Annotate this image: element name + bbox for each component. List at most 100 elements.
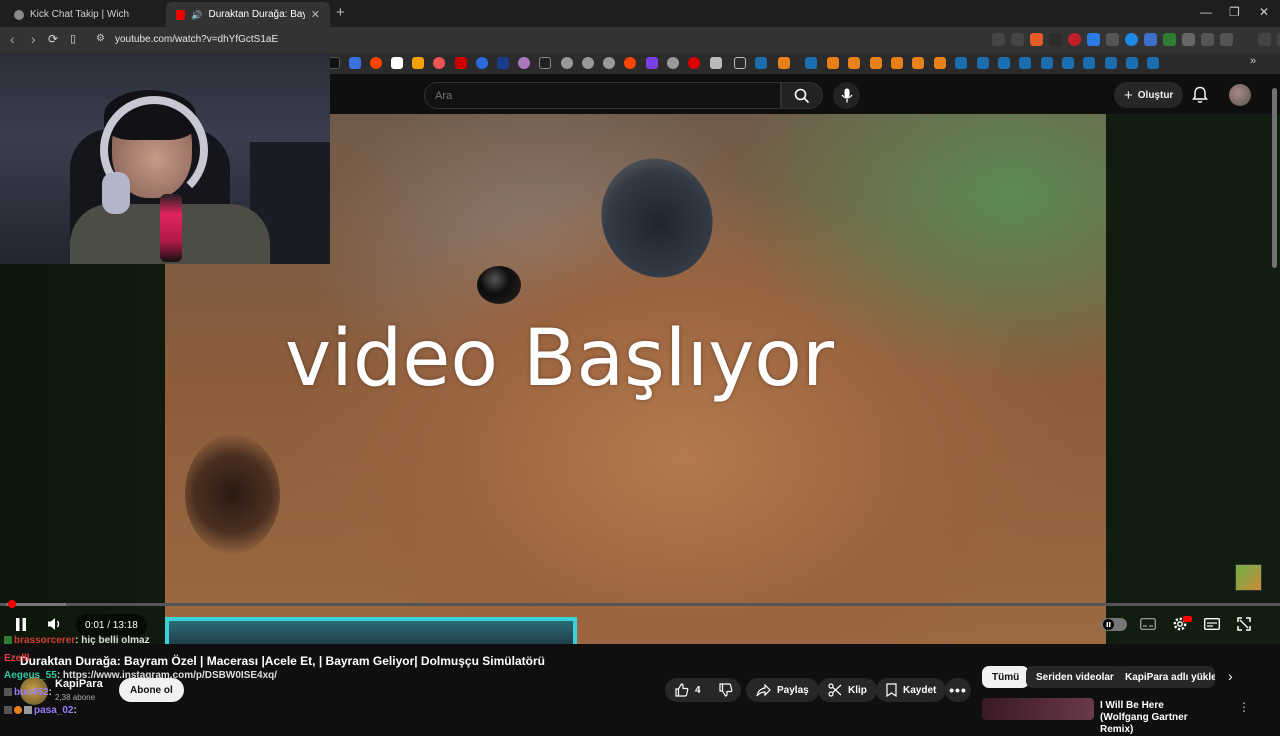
forward-icon[interactable]: › — [31, 31, 36, 47]
mic-icon — [841, 88, 852, 103]
reload-icon[interactable]: ⟳ — [48, 32, 58, 46]
steam-icon[interactable] — [1126, 57, 1138, 69]
bookmark-icon[interactable] — [455, 57, 467, 69]
folder-icon[interactable] — [734, 57, 746, 69]
more-bookmarks-icon[interactable]: » — [1250, 55, 1262, 67]
recommended-video-title[interactable]: I Will Be Here (Wolfgang Gartner Remix) — [1100, 700, 1210, 736]
voice-search-button[interactable] — [833, 82, 860, 109]
minimize-icon[interactable]: — — [1200, 5, 1212, 19]
puzzle-icon[interactable] — [1182, 33, 1195, 46]
search-input[interactable] — [425, 83, 780, 108]
dislike-button[interactable] — [718, 683, 733, 697]
extension-icon[interactable] — [1087, 33, 1100, 46]
channel-watermark[interactable] — [1235, 564, 1262, 591]
steam-icon[interactable] — [1083, 57, 1095, 69]
clip-button[interactable]: Klip — [818, 678, 877, 702]
user-avatar[interactable] — [1229, 84, 1251, 106]
theater-mode-button[interactable] — [1202, 614, 1222, 634]
bookmark-icon[interactable] — [827, 57, 839, 69]
steam-icon[interactable] — [977, 57, 989, 69]
tab-kick-chat[interactable]: Kick Chat Takip | Wich — [4, 2, 164, 27]
subtitles-button[interactable] — [1138, 614, 1158, 634]
bookmark-icon[interactable] — [497, 57, 509, 69]
pause-button[interactable] — [8, 613, 34, 635]
extension-icon[interactable] — [1106, 33, 1119, 46]
page-scrollbar[interactable] — [1272, 88, 1277, 268]
bookmark-icon[interactable] — [848, 57, 860, 69]
bookmark-icon[interactable] — [646, 57, 658, 69]
share-icon[interactable] — [1011, 33, 1024, 46]
extension-icon[interactable] — [1144, 33, 1157, 46]
search-button[interactable] — [781, 82, 823, 109]
bookmark-icon[interactable] — [539, 57, 551, 69]
bookmark-icon[interactable] — [518, 57, 530, 69]
fullscreen-button[interactable] — [1234, 614, 1254, 634]
steam-icon[interactable] — [1147, 57, 1159, 69]
steam-icon[interactable] — [1019, 57, 1031, 69]
progress-bar[interactable] — [0, 603, 1280, 606]
pause-icon — [1106, 622, 1111, 627]
globe-icon[interactable] — [561, 57, 573, 69]
wallet-icon[interactable] — [1220, 33, 1233, 46]
autoplay-toggle[interactable] — [1101, 618, 1127, 631]
steam-icon[interactable] — [955, 57, 967, 69]
more-actions-button[interactable]: ••• — [945, 678, 971, 702]
new-tab-button[interactable]: + — [336, 4, 345, 21]
reddit-icon[interactable] — [624, 57, 636, 69]
globe-icon[interactable] — [603, 57, 615, 69]
extension-icon[interactable] — [1125, 33, 1138, 46]
microphone — [160, 194, 182, 262]
bookmark-icon[interactable] — [870, 57, 882, 69]
bookmark-icon[interactable] — [934, 57, 946, 69]
reddit-icon[interactable] — [370, 57, 382, 69]
bookmark-icon[interactable] — [710, 57, 722, 69]
maximize-icon[interactable]: ❐ — [1229, 5, 1240, 19]
chip-uploader[interactable]: KapiPara adlı yükleyic — [1115, 666, 1215, 688]
ublock-icon[interactable] — [1068, 33, 1081, 46]
site-settings-icon[interactable]: ⚙ — [96, 33, 105, 44]
bookmark-icon[interactable] — [912, 57, 924, 69]
globe-icon[interactable] — [667, 57, 679, 69]
progress-scrubber[interactable] — [7, 600, 16, 608]
sidebar-icon[interactable] — [1201, 33, 1214, 46]
bookmark-icon[interactable] — [476, 57, 488, 69]
media-icon[interactable] — [1258, 33, 1271, 46]
more-vertical-icon[interactable]: ⋮ — [1238, 700, 1250, 714]
url-field[interactable]: youtube.com/watch?v=dhYfGctS1aE — [115, 34, 278, 45]
create-button[interactable]: + Oluştur — [1114, 82, 1184, 108]
share-button[interactable]: Paylaş — [746, 678, 819, 702]
brave-shield-icon[interactable] — [1030, 33, 1043, 46]
bookmark-icon[interactable] — [891, 57, 903, 69]
bookmark-icon[interactable] — [688, 57, 700, 69]
bookmark-icon[interactable] — [433, 57, 445, 69]
steam-icon[interactable] — [998, 57, 1010, 69]
steam-icon[interactable] — [805, 57, 817, 69]
recommended-video-thumbnail[interactable] — [982, 698, 1094, 720]
close-tab-icon[interactable]: ✕ — [311, 4, 320, 26]
steam-icon[interactable] — [1105, 57, 1117, 69]
close-window-icon[interactable]: ✕ — [1259, 5, 1269, 19]
bookmark-icon[interactable]: ▯ — [70, 32, 76, 45]
chip-series-videos[interactable]: Seriden videolar — [1026, 666, 1124, 688]
like-button[interactable]: 4 — [675, 683, 701, 697]
bookmark-icon[interactable] — [391, 57, 403, 69]
chat-text: : — [48, 687, 52, 698]
tab-youtube-video[interactable]: 🔊 Duraktan Durağa: Bayram Öz ✕ — [166, 2, 330, 27]
bookmark-icon[interactable] — [778, 57, 790, 69]
subscribe-button[interactable]: Abone ol — [119, 678, 184, 702]
save-button[interactable]: Kaydet — [876, 678, 947, 702]
steam-icon[interactable] — [1041, 57, 1053, 69]
kick-icon[interactable] — [1163, 33, 1176, 46]
chevron-right-icon[interactable]: › — [1228, 668, 1233, 684]
cast-icon[interactable] — [992, 33, 1005, 46]
amazon-icon[interactable] — [412, 57, 424, 69]
steam-icon[interactable] — [1062, 57, 1074, 69]
globe-icon[interactable] — [582, 57, 594, 69]
volume-button[interactable] — [42, 613, 68, 635]
bookmark-icon[interactable] — [349, 57, 361, 69]
steam-icon[interactable] — [755, 57, 767, 69]
back-icon[interactable]: ‹ — [10, 31, 15, 47]
notifications-button[interactable] — [1192, 86, 1208, 109]
more-horizontal-icon: ••• — [949, 682, 967, 698]
chip-all[interactable]: Tümü — [982, 666, 1030, 688]
